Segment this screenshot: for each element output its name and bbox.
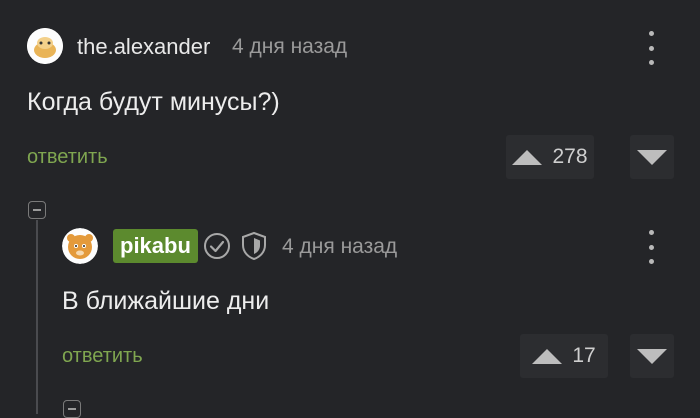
comment-menu-icon[interactable] xyxy=(641,31,661,65)
avatar-image xyxy=(27,28,63,64)
reply-link[interactable]: ответить xyxy=(27,146,108,169)
reply-link[interactable]: ответить xyxy=(62,345,143,368)
comment-text: Когда будут минусы?) xyxy=(27,88,280,116)
avatar-image xyxy=(62,228,98,264)
downvote-button[interactable] xyxy=(630,135,674,179)
shield-icon xyxy=(240,231,268,261)
comment-author[interactable]: the.alexander xyxy=(77,34,210,60)
comment-time: 4 дня назад xyxy=(232,35,348,58)
collapse-thread-button[interactable] xyxy=(63,400,81,418)
arrow-up-icon xyxy=(512,149,543,165)
vote-count: 278 xyxy=(552,145,588,168)
avatar[interactable] xyxy=(62,228,98,264)
upvote-button[interactable]: 17 xyxy=(520,334,608,378)
arrow-up-icon xyxy=(532,348,563,364)
comment-text: В ближайшие дни xyxy=(62,287,270,315)
collapse-thread-button[interactable] xyxy=(28,201,46,219)
downvote-button[interactable] xyxy=(630,334,674,378)
comment-menu-icon[interactable] xyxy=(641,230,661,264)
avatar[interactable] xyxy=(27,28,63,64)
comment-time: 4 дня назад xyxy=(282,235,398,258)
upvote-button[interactable]: 278 xyxy=(506,135,594,179)
arrow-down-icon xyxy=(637,149,667,165)
thread-line xyxy=(36,220,38,414)
arrow-down-icon xyxy=(637,348,667,364)
vote-count: 17 xyxy=(572,344,596,367)
verified-check-icon xyxy=(203,232,231,260)
author-badge[interactable]: pikabu xyxy=(113,229,198,263)
minus-icon xyxy=(33,209,41,211)
minus-icon xyxy=(68,408,76,410)
